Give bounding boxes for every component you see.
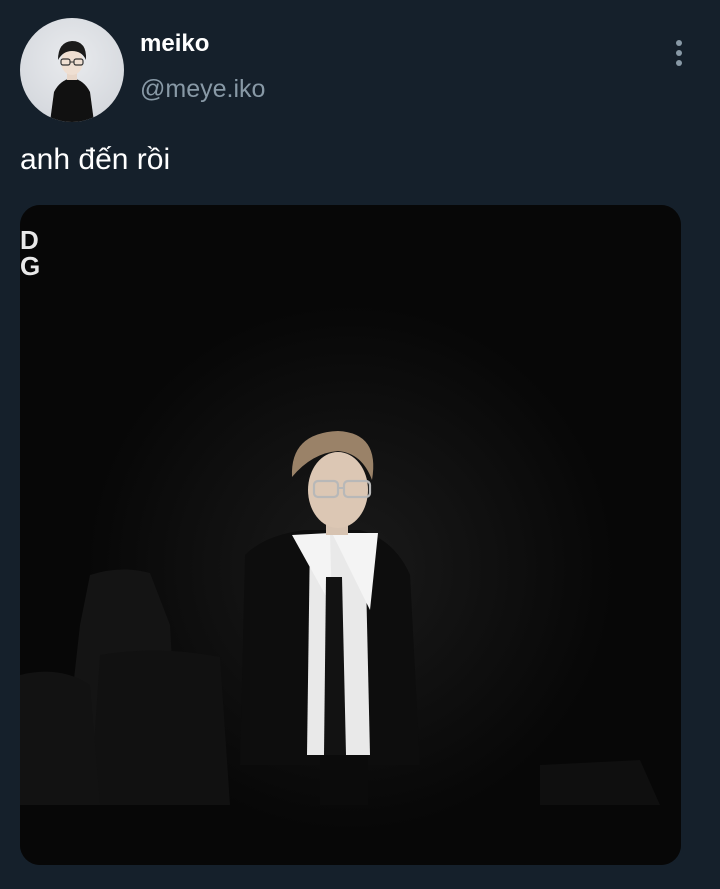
user-handle[interactable]: @meye.iko [140,74,265,104]
vertical-ellipsis-icon [676,40,682,66]
display-name[interactable]: meiko [140,30,209,58]
media-photo [20,205,681,865]
tweet: meiko @meye.iko anh đến rồi D G [0,0,720,889]
avatar[interactable] [20,18,124,122]
avatar-photo [50,41,94,122]
more-options-button[interactable] [662,36,696,70]
tweet-media-photo[interactable]: D G [20,205,681,865]
tweet-text: anh đến rồi [20,143,171,176]
